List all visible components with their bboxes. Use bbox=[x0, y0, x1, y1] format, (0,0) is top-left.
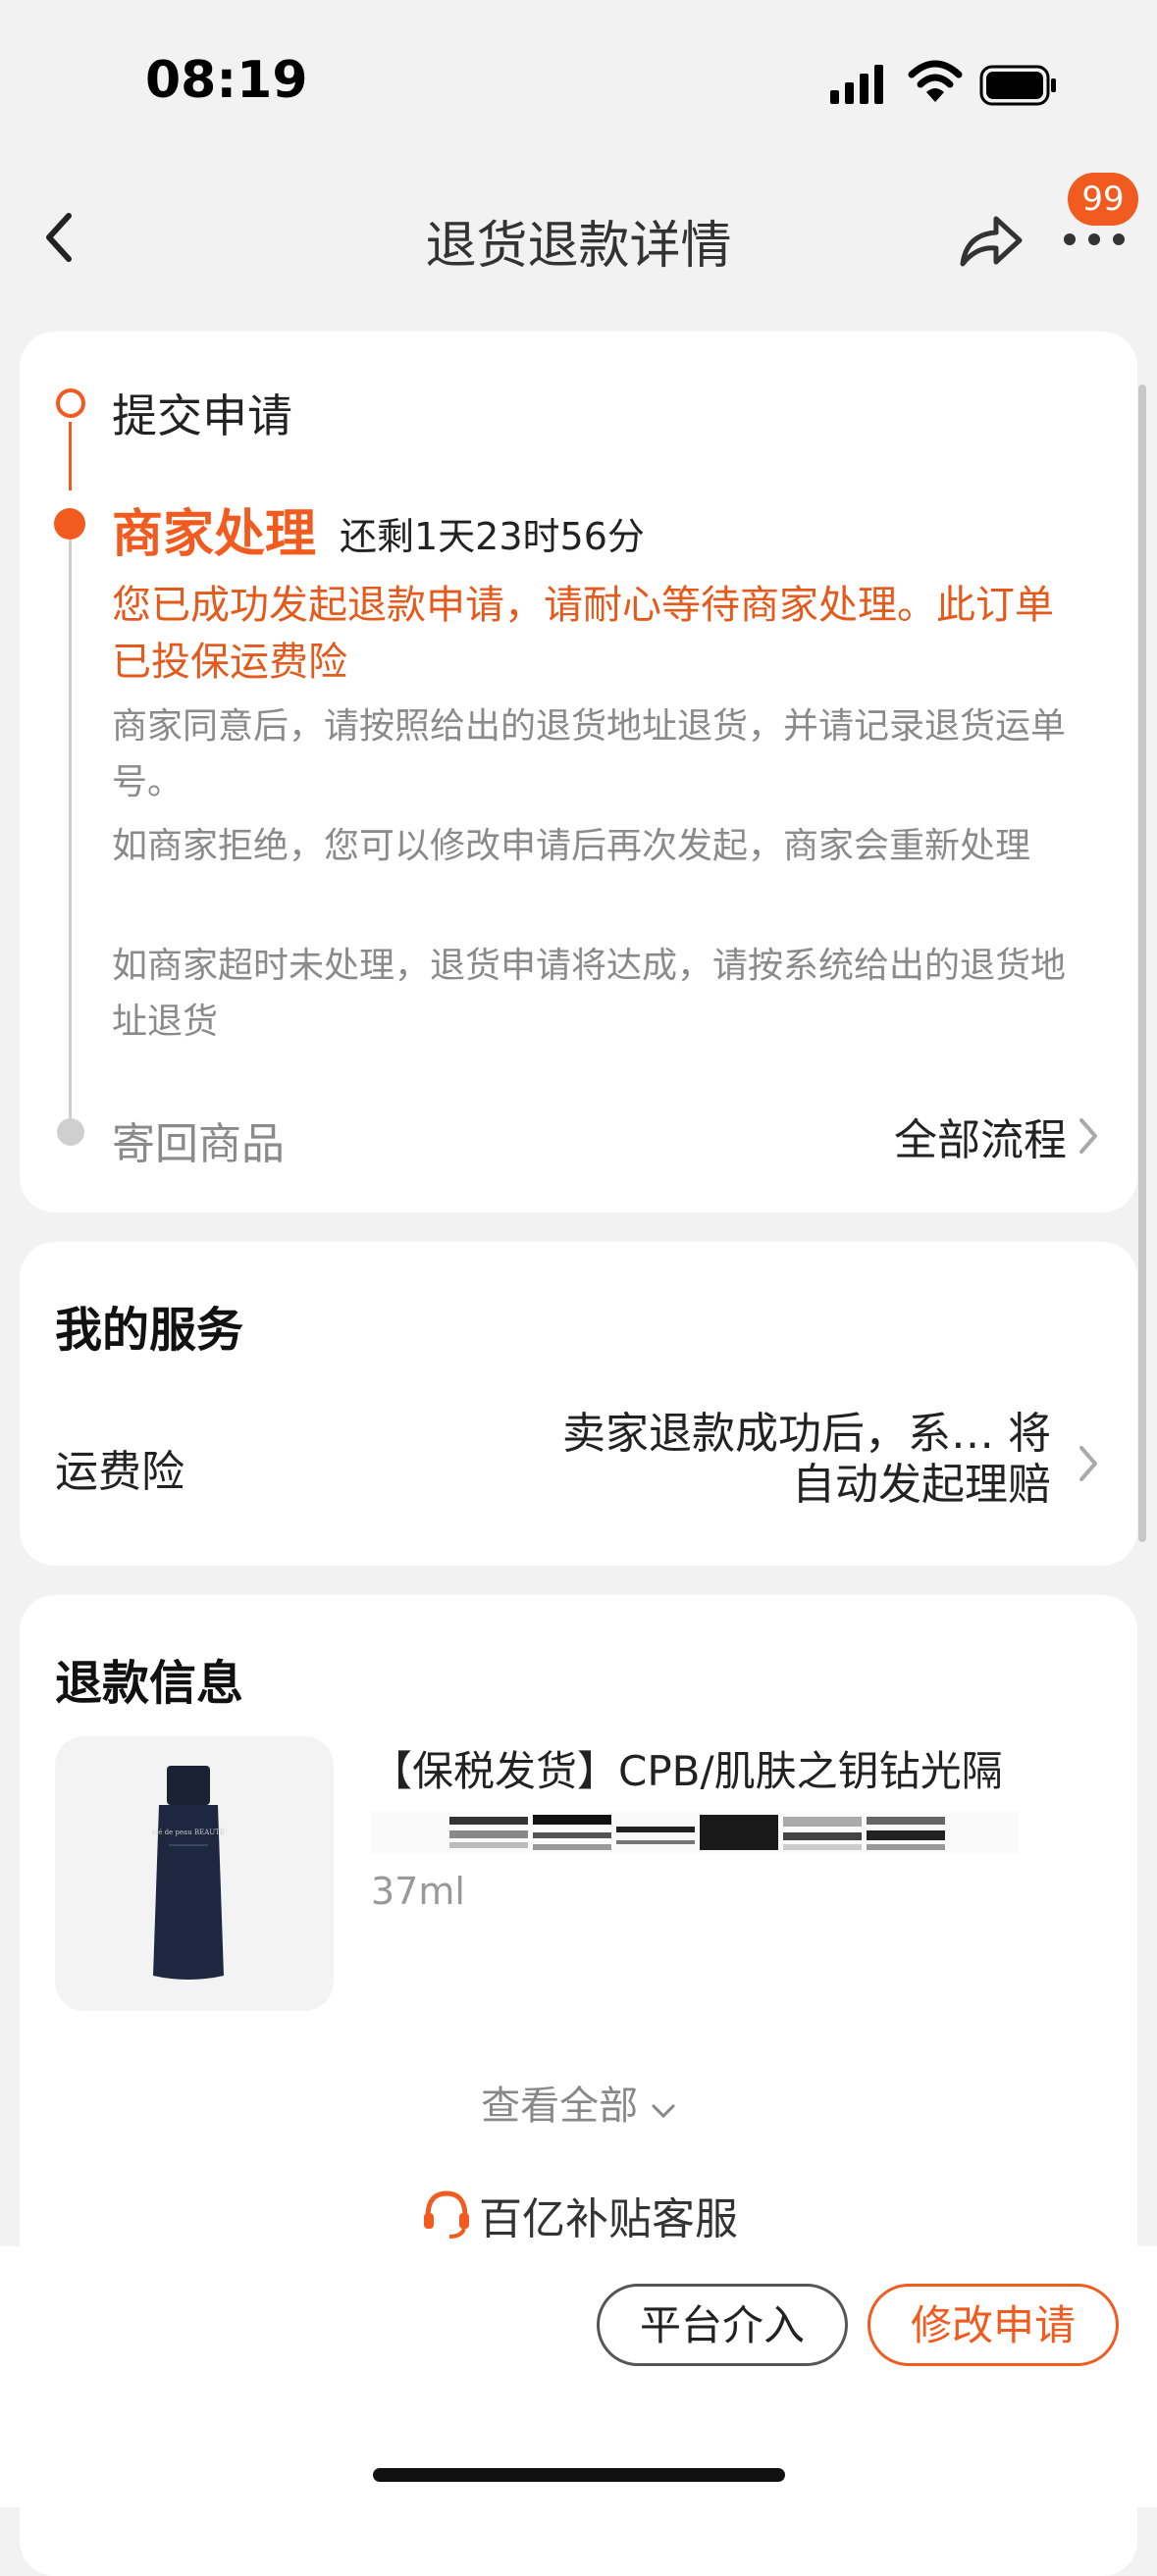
timeline-line-active bbox=[69, 422, 72, 490]
all-flow-link[interactable]: 全部流程 bbox=[894, 1105, 1067, 1167]
view-all-link[interactable]: 查看全部 bbox=[0, 2074, 1157, 2131]
status-notice: 您已成功发起退款申请，请耐心等待商家处理。此订单已投保运费险 bbox=[112, 583, 1054, 685]
wifi-icon bbox=[908, 60, 963, 102]
scrollbar[interactable] bbox=[1138, 385, 1146, 1542]
timeline-dot-current bbox=[54, 508, 85, 540]
svg-text:clé de peau BEAUTÉ: clé de peau BEAUTÉ bbox=[152, 1828, 225, 1836]
status-bar: 08:19 bbox=[0, 0, 1157, 167]
modify-request-button[interactable]: 修改申请 bbox=[868, 2284, 1119, 2366]
view-all-label: 查看全部 bbox=[481, 2084, 639, 2129]
product-title[interactable]: 【保税发货】CPB/肌肤之钥钻光隔 bbox=[371, 1738, 1078, 1798]
redacted-text-image bbox=[371, 1811, 1019, 1854]
tip-text: 商家同意后，请按照给出的退货地址退货，并请记录退货运单号。 bbox=[112, 706, 1067, 802]
home-indicator[interactable] bbox=[373, 2468, 785, 2482]
timeline-line-pending bbox=[69, 540, 72, 1118]
timeline-dot-pending bbox=[57, 1118, 84, 1146]
service-section-title: 我的服务 bbox=[55, 1303, 244, 1358]
step-merchant-label: 商家处理 bbox=[112, 505, 317, 564]
countdown-text: 还剩1天23时56分 bbox=[340, 515, 645, 558]
status-time: 08:19 bbox=[145, 51, 308, 110]
product-spec: 37ml bbox=[371, 1870, 465, 1913]
notification-badge: 99 bbox=[1068, 173, 1138, 226]
share-icon[interactable] bbox=[957, 209, 1026, 270]
more-icon[interactable] bbox=[1060, 222, 1129, 257]
cellular-signal-icon bbox=[830, 65, 883, 104]
chevron-right-icon[interactable] bbox=[1078, 1444, 1099, 1483]
step-return-label: 寄回商品 bbox=[112, 1119, 285, 1169]
step-submit-label: 提交申请 bbox=[112, 389, 292, 442]
customer-service-label: 百亿补贴客服 bbox=[479, 2194, 738, 2244]
chevron-down-icon bbox=[652, 2104, 675, 2119]
headset-icon bbox=[424, 2190, 469, 2239]
battery-icon bbox=[979, 65, 1056, 106]
shipping-insurance-value[interactable]: 卖家退款成功后，系… 将自动发起理赔 bbox=[521, 1409, 1051, 1511]
shipping-insurance-label[interactable]: 运费险 bbox=[55, 1436, 184, 1499]
platform-intervene-button[interactable]: 平台介入 bbox=[597, 2284, 848, 2366]
chevron-right-icon[interactable] bbox=[1078, 1116, 1099, 1156]
timeline-dot-done bbox=[56, 388, 85, 418]
tip-text: 如商家拒绝，您可以修改申请后再次发起，商家会重新处理 bbox=[112, 826, 1031, 866]
tip-text: 如商家超时未处理，退货申请将达成，请按系统给出的退货地址退货 bbox=[112, 946, 1067, 1042]
product-bottle-image: clé de peau BEAUTÉ bbox=[152, 1766, 225, 1980]
refund-section-title: 退款信息 bbox=[55, 1656, 244, 1711]
